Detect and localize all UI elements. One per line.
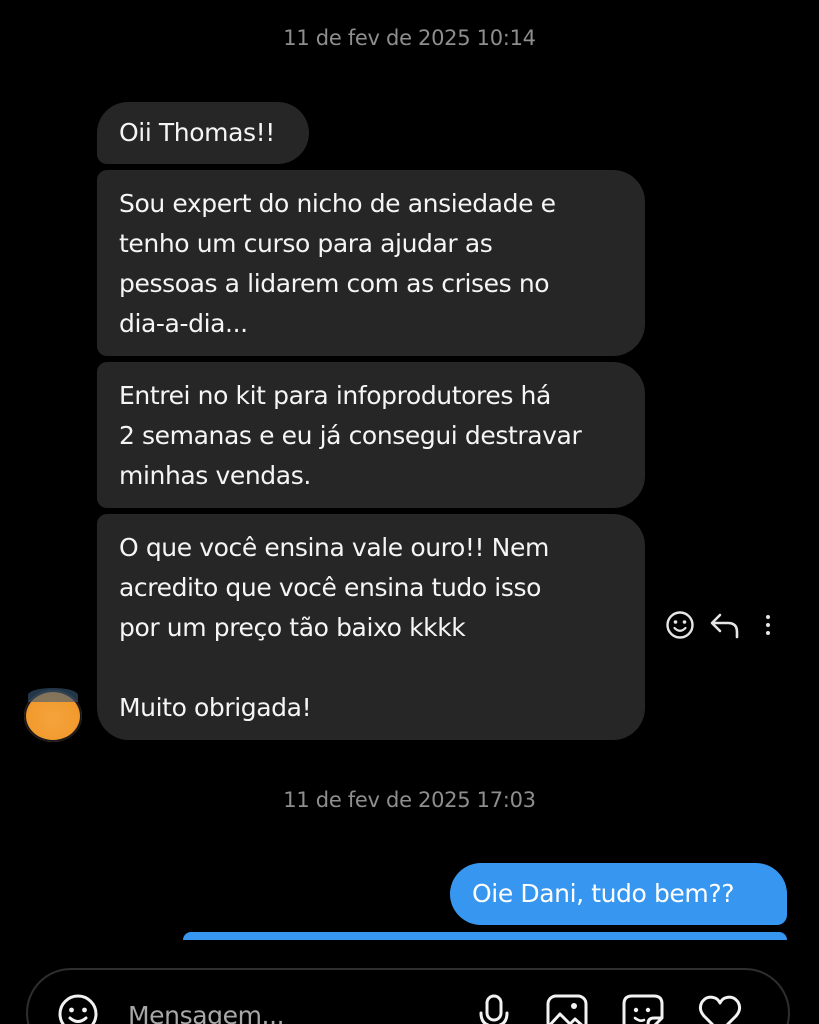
microphone-icon[interactable] [474,992,514,1024]
incoming-message-4[interactable]: O que você ensina vale ouro!! Nem acredi… [97,514,645,740]
more-icon[interactable] [762,606,774,646]
timestamp-1: 11 de fev de 2025 10:14 [283,26,536,50]
outgoing-message-1[interactable]: Oie Dani, tudo bem?? [450,863,787,925]
timestamp-2: 11 de fev de 2025 17:03 [283,788,536,812]
sticker-icon[interactable] [620,992,666,1024]
image-icon[interactable] [544,992,590,1024]
reply-icon[interactable] [708,606,742,646]
incoming-message-1[interactable]: Oii Thomas!! [97,102,309,164]
message-composer [26,968,790,1024]
message-actions [662,606,787,646]
message-input[interactable] [126,994,450,1024]
incoming-message-3[interactable]: Entrei no kit para infoprodutores há 2 s… [97,362,645,508]
outgoing-message-partial[interactable] [183,932,787,940]
emoji-icon[interactable] [56,992,100,1024]
sender-avatar-detail [28,688,78,702]
smiley-icon[interactable] [664,606,696,646]
incoming-message-2[interactable]: Sou expert do nicho de ansiedade e tenho… [97,170,645,356]
heart-icon[interactable] [696,992,744,1024]
